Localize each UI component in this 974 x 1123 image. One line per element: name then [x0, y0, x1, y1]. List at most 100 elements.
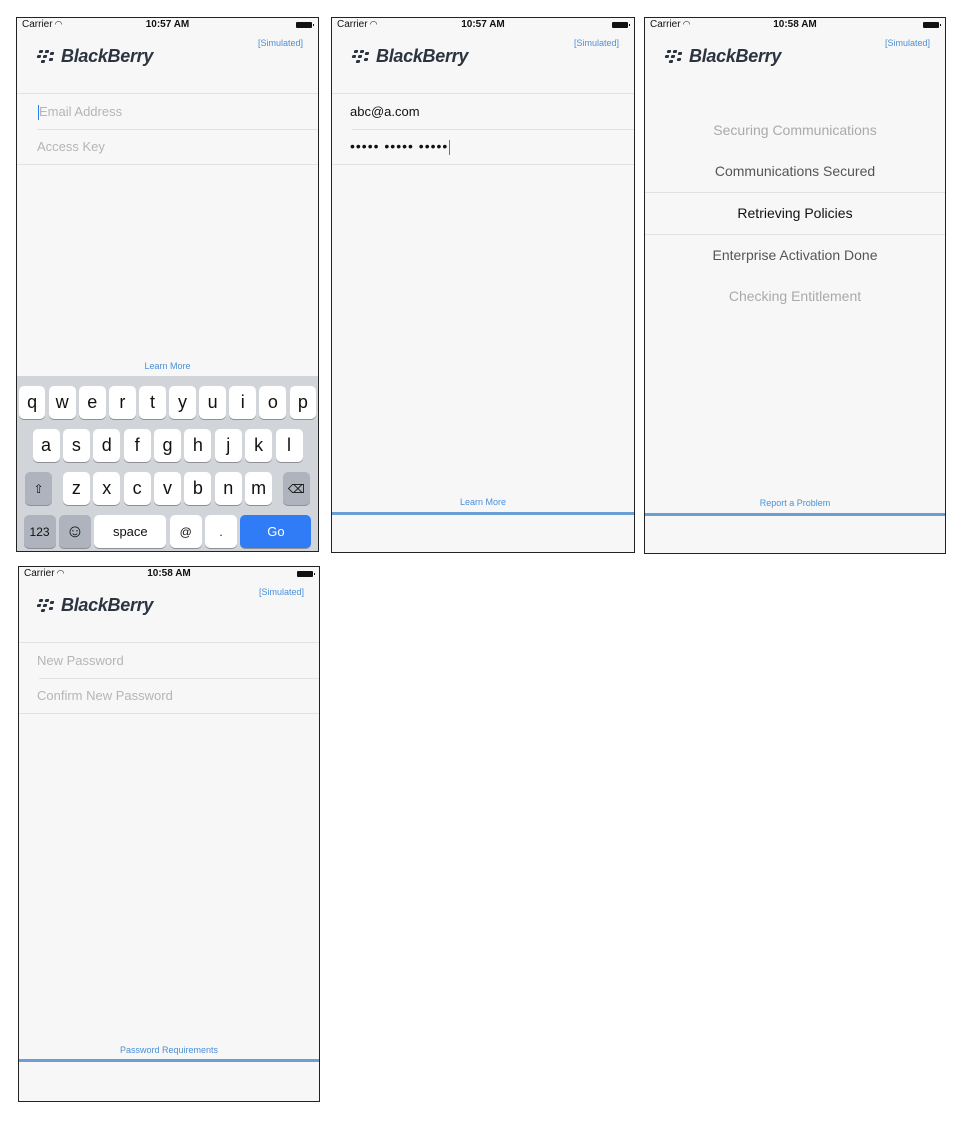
key-b[interactable]: b [184, 472, 212, 505]
logo-text: BlackBerry [61, 46, 154, 66]
status-time: 10:58 AM [147, 568, 191, 579]
screen-set-password: Carrier ◠ 10:58 AM [Simulated] BlackBerry… [18, 566, 320, 1102]
step-enterprise-activation-done: Enterprise Activation Done [712, 247, 878, 263]
shift-icon: ⇧ [33, 481, 44, 496]
key-u[interactable]: u [199, 386, 226, 419]
key-y[interactable]: y [169, 386, 196, 419]
footer-divider [645, 513, 945, 516]
at-key[interactable]: @ [169, 515, 202, 548]
status-bar: Carrier ◠ 10:57 AM [17, 18, 318, 32]
blackberry-logo-icon [664, 49, 687, 64]
key-i[interactable]: i [229, 386, 257, 419]
login-form: abc@a.com ••••• ••••• ••••• [332, 93, 634, 165]
new-password-field[interactable]: New Password [19, 643, 319, 678]
login-form: Email Address Access Key [17, 93, 318, 165]
key-l[interactable]: l [275, 429, 303, 462]
key-n[interactable]: n [214, 472, 242, 505]
key-c[interactable]: c [123, 472, 151, 505]
key-a[interactable]: a [32, 429, 60, 462]
status-time: 10:58 AM [773, 19, 817, 30]
footer-divider [19, 1059, 319, 1062]
battery-icon [923, 22, 941, 28]
simulated-label: [Simulated] [257, 38, 303, 48]
blackberry-logo-icon [351, 49, 374, 64]
text-caret [449, 139, 451, 155]
access-key-field[interactable]: Access Key [17, 129, 318, 164]
key-d[interactable]: d [93, 429, 121, 462]
access-key-value: ••••• ••••• ••••• [350, 138, 449, 154]
blackberry-logo-icon [36, 598, 59, 613]
simulated-label: [Simulated] [258, 587, 304, 597]
screen-login-filled: Carrier ◠ 10:57 AM [Simulated] BlackBerry… [331, 17, 635, 553]
step-checking-entitlement: Checking Entitlement [728, 288, 862, 304]
step-retrieving-policies: Retrieving Policies [645, 192, 945, 235]
email-field[interactable]: Email Address [17, 94, 318, 129]
password-requirements-link[interactable]: Password Requirements [19, 1045, 319, 1055]
new-password-placeholder: New Password [37, 653, 124, 668]
status-time: 10:57 AM [461, 19, 505, 30]
confirm-password-placeholder: Confirm New Password [37, 688, 173, 703]
key-v[interactable]: v [154, 472, 181, 505]
learn-more-link[interactable]: Learn More [17, 361, 318, 371]
key-q[interactable]: q [18, 386, 46, 419]
blackberry-logo: BlackBerry [36, 46, 154, 67]
emoji-key[interactable]: ☺ [58, 515, 91, 548]
email-placeholder: Email Address [39, 104, 123, 119]
key-o[interactable]: o [259, 386, 287, 419]
logo-text: BlackBerry [376, 46, 469, 66]
learn-more-link[interactable]: Learn More [332, 497, 634, 507]
keyboard-row-3: ⇧ z x c v b n m ⌫ [17, 472, 318, 505]
password-form: New Password Confirm New Password [19, 642, 319, 714]
keyboard-row-1: q w e r t y u i o p [17, 386, 318, 419]
logo-text: BlackBerry [689, 46, 782, 66]
key-f[interactable]: f [123, 429, 151, 462]
key-p[interactable]: p [289, 386, 317, 419]
key-k[interactable]: k [245, 429, 273, 462]
keyboard-row-2: a s d f g h j k l [17, 429, 318, 462]
key-x[interactable]: x [93, 472, 121, 505]
confirm-password-field[interactable]: Confirm New Password [19, 678, 319, 713]
footer-divider [332, 512, 634, 515]
simulated-label: [Simulated] [884, 38, 930, 48]
report-problem-link[interactable]: Report a Problem [645, 498, 945, 508]
status-bar: Carrier ◠ 10:58 AM [645, 18, 945, 32]
key-e[interactable]: e [78, 386, 106, 419]
dot-key[interactable]: . [205, 515, 238, 548]
simulated-label: [Simulated] [573, 38, 619, 48]
access-key-field[interactable]: ••••• ••••• ••••• [332, 129, 634, 164]
status-bar: Carrier ◠ 10:58 AM [19, 567, 319, 581]
key-s[interactable]: s [62, 429, 90, 462]
key-t[interactable]: t [139, 386, 166, 419]
key-z[interactable]: z [62, 472, 90, 505]
numbers-key[interactable]: 123 [23, 515, 56, 548]
status-bar: Carrier ◠ 10:57 AM [332, 18, 634, 32]
keyboard: q w e r t y u i o p a s d f g h j k l ⇧ … [17, 376, 318, 551]
space-key[interactable]: space [94, 515, 167, 548]
battery-icon [296, 22, 314, 28]
blackberry-logo-icon [36, 49, 59, 64]
email-value: abc@a.com [350, 104, 420, 119]
logo-text: BlackBerry [61, 595, 154, 615]
step-communications-secured: Communications Secured [714, 163, 876, 179]
access-key-placeholder: Access Key [37, 139, 105, 154]
blackberry-logo: BlackBerry [36, 595, 154, 616]
shift-key[interactable]: ⇧ [25, 472, 53, 505]
key-j[interactable]: j [214, 429, 242, 462]
emoji-icon: ☺ [65, 521, 85, 541]
activation-steps: Securing Communications Communications S… [645, 110, 945, 317]
key-h[interactable]: h [184, 429, 212, 462]
key-m[interactable]: m [245, 472, 273, 505]
delete-key[interactable]: ⌫ [282, 472, 310, 505]
key-r[interactable]: r [109, 386, 136, 419]
email-field[interactable]: abc@a.com [332, 94, 634, 129]
screen-activation-progress: Carrier ◠ 10:58 AM [Simulated] BlackBerry… [644, 17, 946, 554]
battery-icon [297, 571, 315, 577]
screen-login-empty: Carrier ◠ 10:57 AM [Simulated] BlackBerry… [16, 17, 319, 552]
go-key[interactable]: Go [240, 515, 312, 548]
key-w[interactable]: w [48, 386, 76, 419]
key-g[interactable]: g [154, 429, 181, 462]
blackberry-logo: BlackBerry [351, 46, 469, 67]
delete-icon: ⌫ [287, 481, 305, 496]
step-securing-communications: Securing Communications [713, 122, 877, 138]
battery-icon [612, 22, 630, 28]
